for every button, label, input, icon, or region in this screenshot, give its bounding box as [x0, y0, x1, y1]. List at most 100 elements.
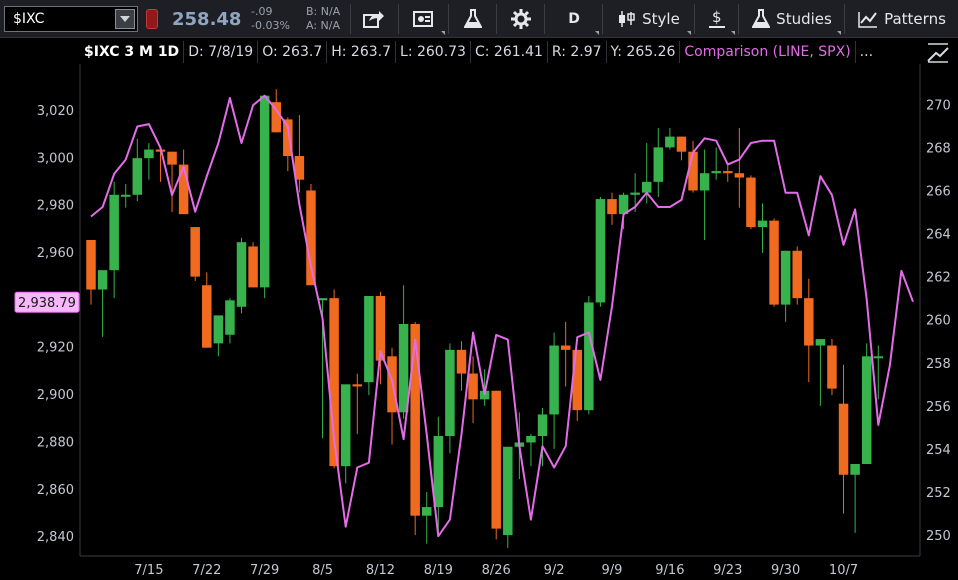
left-tick-label: 2,840 — [37, 530, 74, 545]
candle-body — [190, 227, 200, 277]
right-axis: 270 268 266 264 262 260 258 256 254 252 250 — [926, 98, 951, 544]
right-tick-label: 256 — [926, 400, 951, 415]
candle-body — [572, 349, 583, 411]
candle-body — [352, 384, 363, 387]
candle-body — [584, 302, 594, 411]
comparison-price-tag: 2,938.79 — [14, 291, 80, 313]
candle-body — [225, 300, 235, 335]
candle-body — [445, 349, 455, 436]
candle[interactable] — [259, 95, 270, 299]
candle-body — [178, 164, 189, 215]
x-tick-label: 8/26 — [482, 563, 511, 578]
candlestick-chart[interactable]: 3,0203,0002,9802,9602,9402,9202,9002,880… — [0, 0, 958, 580]
candle-body — [398, 324, 409, 413]
candle[interactable] — [503, 446, 513, 548]
candle-body — [248, 246, 258, 288]
candle-body — [630, 192, 640, 195]
candle-body — [109, 194, 119, 271]
candle-body — [410, 324, 420, 516]
candle-body — [838, 403, 849, 475]
candle-body — [746, 177, 756, 228]
candle-body — [780, 250, 791, 305]
x-tick-label: 8/5 — [312, 563, 333, 578]
candle[interactable] — [190, 227, 200, 281]
left-axis: 3,0203,0002,9802,9602,9402,9202,9002,880… — [37, 104, 74, 545]
right-tick-label: 268 — [926, 141, 951, 156]
candle-body — [167, 151, 177, 165]
candle-body — [850, 464, 860, 475]
right-tick-label: 266 — [926, 184, 951, 199]
x-tick-label: 7/15 — [134, 563, 163, 578]
left-tick-label: 2,920 — [37, 341, 74, 356]
candle[interactable] — [861, 343, 872, 464]
x-tick-label: 9/30 — [771, 563, 800, 578]
candle[interactable] — [595, 196, 606, 307]
candle-body — [757, 220, 768, 228]
candle[interactable] — [236, 237, 247, 314]
price-tag-text: 2,938.79 — [18, 296, 76, 311]
candle-body — [132, 158, 143, 195]
right-tick-label: 250 — [926, 529, 951, 544]
candle-body — [120, 194, 131, 197]
candle-body — [711, 171, 721, 174]
right-tick-label: 262 — [926, 271, 951, 286]
candle-body — [144, 149, 154, 159]
candle-body — [491, 390, 501, 529]
candle[interactable] — [792, 246, 802, 305]
candle-body — [827, 345, 837, 389]
candle-body — [734, 173, 745, 178]
x-tick-label: 7/29 — [250, 563, 279, 578]
candle-body — [549, 345, 559, 415]
candle-body — [665, 136, 675, 148]
x-tick-label: 8/19 — [424, 563, 453, 578]
candle-body — [213, 315, 224, 344]
candle-body — [433, 436, 444, 508]
candle-body — [537, 414, 548, 436]
candle[interactable] — [746, 175, 756, 230]
right-tick-label: 264 — [926, 228, 951, 243]
candle-body — [607, 199, 617, 215]
candle[interactable] — [827, 339, 837, 396]
left-tick-label: 2,900 — [37, 388, 74, 403]
candle-body — [699, 173, 710, 191]
candle-body — [526, 436, 536, 443]
candle-body — [340, 384, 351, 467]
candle-body — [421, 507, 432, 516]
left-tick-label: 2,880 — [37, 435, 74, 450]
candle-body — [769, 220, 779, 305]
candle[interactable] — [769, 218, 779, 307]
candle-body — [676, 136, 687, 152]
left-tick-label: 3,000 — [37, 151, 74, 166]
candle[interactable] — [248, 242, 258, 288]
candle-body — [236, 242, 247, 307]
candle-body — [560, 345, 571, 350]
right-tick-label: 258 — [926, 357, 951, 372]
left-tick-label: 2,960 — [37, 246, 74, 261]
x-tick-label: 7/22 — [192, 563, 221, 578]
candle[interactable] — [410, 321, 420, 536]
candle-body — [688, 151, 698, 191]
x-tick-label: 9/9 — [602, 563, 623, 578]
candle-body — [86, 240, 96, 290]
x-tick-label: 9/2 — [544, 563, 565, 578]
candle[interactable] — [491, 390, 501, 540]
candle-body — [861, 356, 872, 464]
candle-body — [723, 171, 733, 174]
candle[interactable] — [364, 296, 374, 396]
x-tick-label: 9/16 — [655, 563, 684, 578]
candle[interactable] — [584, 296, 594, 415]
candle-body — [595, 199, 606, 303]
candle-body — [259, 95, 270, 288]
x-tick-label: 10/7 — [829, 563, 858, 578]
left-tick-label: 2,860 — [37, 483, 74, 498]
candle-body — [804, 298, 814, 346]
candle-body — [503, 446, 513, 536]
left-tick-label: 2,980 — [37, 199, 74, 214]
candle-body — [792, 250, 802, 299]
right-tick-label: 254 — [926, 443, 951, 458]
candle-body — [364, 296, 374, 383]
x-tick-label: 8/12 — [366, 563, 395, 578]
candle-body — [456, 349, 467, 374]
candle-body — [202, 285, 212, 348]
right-tick-label: 260 — [926, 314, 951, 329]
